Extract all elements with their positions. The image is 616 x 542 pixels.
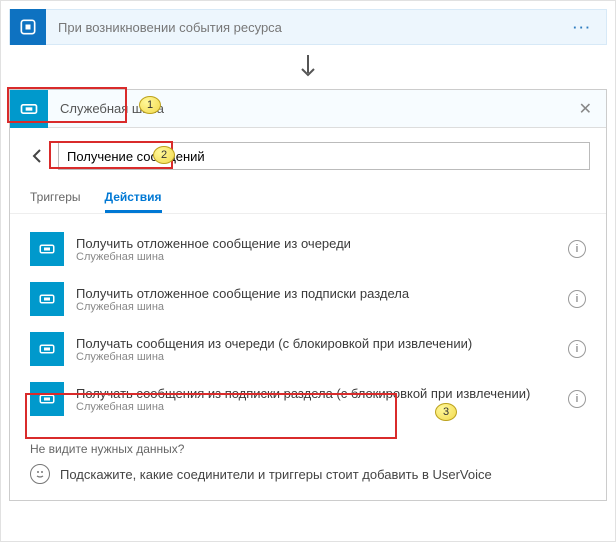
action-subtitle: Служебная шина <box>76 401 560 413</box>
footer-suggestion: Подскажите, какие соединители и триггеры… <box>60 467 492 482</box>
tab-triggers[interactable]: Триггеры <box>30 184 81 213</box>
search-input[interactable] <box>58 142 590 170</box>
actions-list: Получить отложенное сообщение из очереди… <box>10 214 606 428</box>
close-button[interactable]: ✕ <box>565 99 606 119</box>
service-bus-icon <box>30 382 64 416</box>
service-bus-icon <box>30 232 64 266</box>
info-icon[interactable]: i <box>568 290 586 308</box>
flow-arrow <box>9 45 607 89</box>
service-bus-icon <box>30 332 64 366</box>
service-bus-icon <box>30 282 64 316</box>
step-card: Служебная шина ✕ Триггеры Действия Получ… <box>9 89 607 501</box>
tab-actions[interactable]: Действия <box>105 184 162 213</box>
info-icon[interactable]: i <box>568 390 586 408</box>
footer: Не видите нужных данных? Подскажите, как… <box>10 428 606 500</box>
action-item[interactable]: Получить отложенное сообщение из подписк… <box>26 274 590 324</box>
search-row <box>10 128 606 180</box>
info-icon[interactable]: i <box>568 240 586 258</box>
trigger-title: При возникновении события ресурса <box>46 20 559 35</box>
step-title: Служебная шина <box>48 101 565 116</box>
resource-event-icon <box>10 9 46 45</box>
trigger-card[interactable]: При возникновении события ресурса ··· <box>9 9 607 45</box>
action-subtitle: Служебная шина <box>76 301 560 313</box>
smiley-icon <box>30 464 50 484</box>
action-title: Получать сообщения из очереди (с блокиро… <box>76 336 560 351</box>
action-subtitle: Служебная шина <box>76 251 560 263</box>
action-item[interactable]: Получать сообщения из очереди (с блокиро… <box>26 324 590 374</box>
action-subtitle: Служебная шина <box>76 351 560 363</box>
info-icon[interactable]: i <box>568 340 586 358</box>
service-bus-icon <box>10 90 48 128</box>
uservoice-link[interactable]: Подскажите, какие соединители и триггеры… <box>30 464 586 484</box>
action-item[interactable]: Получать сообщения из подписки раздела (… <box>26 374 590 424</box>
back-button[interactable] <box>26 144 50 168</box>
action-title: Получить отложенное сообщение из очереди <box>76 236 560 251</box>
step-header: Служебная шина ✕ <box>10 90 606 128</box>
footer-question: Не видите нужных данных? <box>30 442 586 456</box>
action-text: Получить отложенное сообщение из подписк… <box>64 286 560 313</box>
action-text: Получать сообщения из очереди (с блокиро… <box>64 336 560 363</box>
action-text: Получать сообщения из подписки раздела (… <box>64 386 560 413</box>
more-button[interactable]: ··· <box>559 20 606 35</box>
action-title: Получить отложенное сообщение из подписк… <box>76 286 560 301</box>
action-title: Получать сообщения из подписки раздела (… <box>76 386 560 401</box>
tabs: Триггеры Действия <box>10 180 606 214</box>
action-item[interactable]: Получить отложенное сообщение из очереди… <box>26 224 590 274</box>
action-text: Получить отложенное сообщение из очереди… <box>64 236 560 263</box>
